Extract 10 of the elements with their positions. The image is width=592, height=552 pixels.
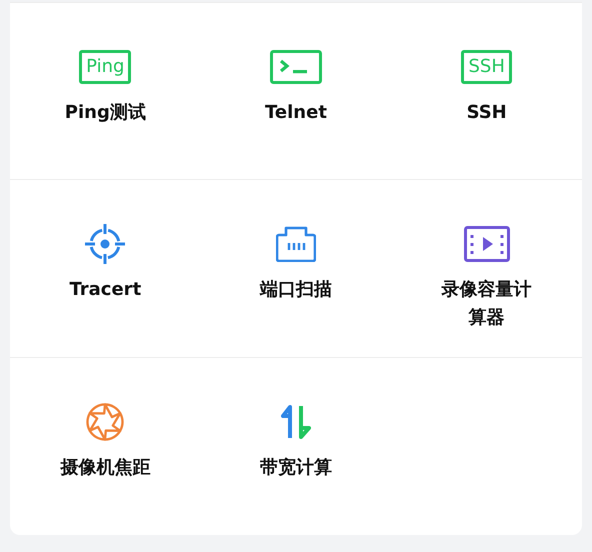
tool-button[interactable]: 端口扫描 <box>260 276 332 304</box>
tool-button[interactable]: 带宽计算 <box>260 454 332 482</box>
text-badge-icon: Ping <box>79 50 132 84</box>
tool-button[interactable]: SSH <box>466 99 507 127</box>
tool-button[interactable]: 摄像机焦距 <box>60 454 150 482</box>
tool-button[interactable]: 录像容量计算器 <box>434 276 539 332</box>
tool-button[interactable]: Tracert <box>69 276 142 304</box>
text-badge-icon: SSH <box>461 50 512 84</box>
tool-button[interactable]: Ping测试 <box>64 99 146 127</box>
tool-button[interactable]: Telnet <box>265 99 327 127</box>
